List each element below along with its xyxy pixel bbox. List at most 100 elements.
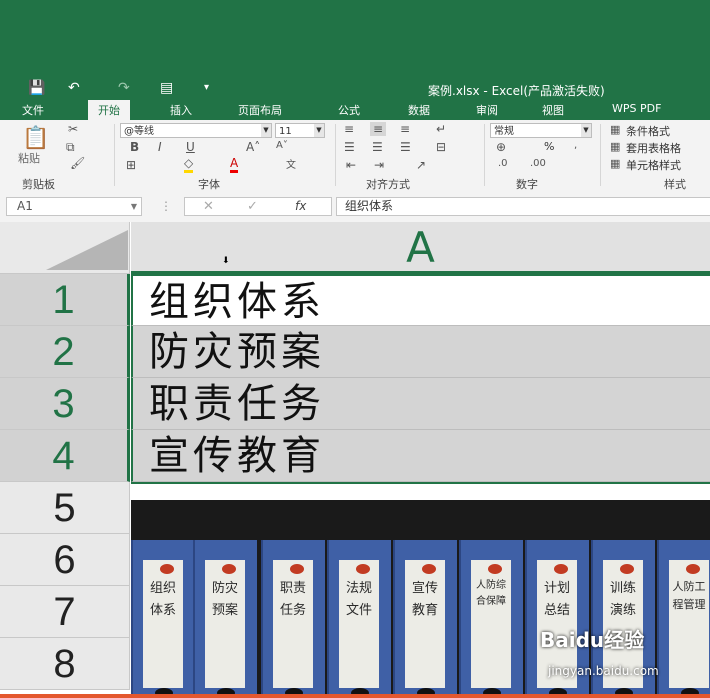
tab-view[interactable]: 视图 [542, 102, 564, 118]
phonetic-icon[interactable]: 文 [286, 156, 296, 171]
binder: 组织体系 [131, 540, 195, 698]
wrap-text-icon[interactable]: ↵ [436, 122, 446, 136]
comma-style-icon[interactable]: , [574, 140, 577, 151]
tab-insert[interactable]: 插入 [170, 102, 192, 118]
copy-icon[interactable]: ⧉ [66, 140, 75, 155]
mouse-cursor-icon: ⬇ [222, 256, 230, 266]
binder: 人防综合保障 [459, 540, 523, 698]
binder-label: 职责任务 [279, 581, 306, 618]
binder: 人防工程管理 [657, 540, 710, 698]
borders-icon[interactable]: ⊞ [126, 158, 136, 172]
formula-input[interactable]: 组织体系 [336, 197, 710, 216]
baidu-watermark: Baidu经验 [540, 628, 645, 652]
font-name-value: @等线 [124, 126, 154, 137]
orientation-icon[interactable]: ↗ [416, 158, 426, 172]
tab-review[interactable]: 审阅 [476, 102, 498, 118]
align-right-icon[interactable]: ☰ [400, 140, 411, 154]
paste-label[interactable]: 粘贴 [18, 150, 40, 166]
enter-icon[interactable]: ✓ [247, 199, 258, 214]
align-center-icon[interactable]: ☰ [372, 140, 383, 154]
cell-a2[interactable]: 防灾预案 [131, 326, 710, 378]
font-name-combo[interactable]: @等线 ▼ [120, 123, 272, 138]
save-icon[interactable]: 💾 [28, 80, 45, 96]
font-color-icon[interactable]: A [230, 156, 239, 173]
group-label-font: 字体 [198, 178, 220, 191]
decrease-decimal-icon[interactable]: .00 [530, 158, 546, 169]
redo-icon[interactable]: ↷ [118, 80, 130, 96]
percent-style[interactable]: % [544, 140, 554, 153]
column-header-a[interactable]: A [131, 222, 710, 274]
row-header-4[interactable]: 4 [0, 430, 130, 482]
tab-file[interactable]: 文件 [22, 102, 44, 118]
align-top-icon[interactable]: ≡ [344, 122, 354, 136]
cell-a4[interactable]: 宣传教育 [131, 430, 710, 482]
insert-function-icon[interactable]: fx [295, 199, 306, 213]
align-middle-icon[interactable]: ≡ [370, 122, 387, 136]
baidu-watermark-url: jingyan.baidu.com [548, 664, 659, 678]
cell-styles-button[interactable]: 单元格样式 [626, 157, 681, 173]
row-header-8[interactable]: 8 [0, 638, 130, 690]
row-header-5[interactable]: 5 [0, 482, 130, 534]
tab-home[interactable]: 开始 [88, 100, 130, 120]
decrease-indent-icon[interactable]: ⇤ [346, 158, 356, 172]
binder-label: 计划总结 [543, 581, 570, 618]
tab-page-layout[interactable]: 页面布局 [238, 102, 282, 118]
binder-label: 宣传教育 [411, 581, 438, 618]
ribbon-tabs: 文件 开始 插入 页面布局 公式 数据 审阅 视图 WPS PDF [0, 100, 710, 120]
binder: 宣传教育 [393, 540, 457, 698]
increase-indent-icon[interactable]: ⇥ [374, 158, 384, 172]
align-bottom-icon[interactable]: ≡ [400, 122, 410, 136]
italic-icon[interactable]: I [158, 140, 162, 154]
tab-data[interactable]: 数据 [408, 102, 430, 118]
undo-icon[interactable]: ↶ [68, 80, 80, 96]
group-label-number: 数字 [516, 178, 538, 191]
progress-bar [0, 694, 710, 698]
format-painter-icon[interactable]: 🖌 [70, 156, 85, 170]
binder: 职责任务 [261, 540, 325, 698]
cancel-icon[interactable]: ✕ [203, 199, 214, 214]
number-format-combo[interactable]: 常规 ▼ [490, 123, 592, 138]
form-icon[interactable]: ▤ [160, 80, 173, 96]
format-as-table-button[interactable]: 套用表格格 [626, 140, 681, 156]
cell-styles-icon: ▦ [610, 157, 621, 170]
cut-icon[interactable]: ✂ [68, 122, 78, 136]
customize-qat-icon[interactable]: ▾ [204, 80, 209, 96]
row-header-6[interactable]: 6 [0, 534, 130, 586]
increase-decimal-icon[interactable]: .0 [498, 158, 508, 169]
binder: 法规文件 [327, 540, 391, 698]
row-header-3[interactable]: 3 [0, 378, 130, 430]
font-size-combo[interactable]: 11 ▼ [275, 123, 325, 138]
decrease-font-icon[interactable]: A˅ [276, 140, 288, 151]
align-left-icon[interactable]: ☰ [344, 140, 355, 154]
binder-label: 人防工程管理 [672, 580, 706, 611]
increase-font-icon[interactable]: A˄ [246, 140, 260, 154]
tab-formulas[interactable]: 公式 [338, 102, 360, 118]
formula-buttons: ✕ ✓ fx [184, 197, 332, 216]
conditional-format-button[interactable]: 条件格式 [626, 123, 670, 139]
bold-icon[interactable]: B [130, 140, 139, 154]
group-label-clipboard: 剪贴板 [22, 178, 55, 191]
row-header-2[interactable]: 2 [0, 326, 130, 378]
tab-wps-pdf[interactable]: WPS PDF [612, 102, 661, 115]
binder-label: 人防综合保障 [476, 580, 506, 607]
row-header-7[interactable]: 7 [0, 586, 130, 638]
merge-center-icon[interactable]: ⊟ [436, 140, 446, 154]
cell-a1[interactable]: 组织体系 [131, 274, 710, 326]
binder: 防灾预案 [193, 540, 257, 698]
accounting-format-icon[interactable]: ⊕ [496, 140, 506, 154]
underline-icon[interactable]: U [186, 140, 195, 154]
cell-a3[interactable]: 职责任务 [131, 378, 710, 430]
fill-color-icon[interactable]: ◇ [184, 156, 194, 173]
binder-label: 训练演练 [609, 581, 636, 618]
ribbon: 📋 粘贴 ✂ ⧉ 🖌 @等线 ▼ 11 ▼ B I U A˄ A˅ ⊞ ◇ A 文 … [0, 120, 710, 193]
name-box[interactable]: A1 ▼ [6, 197, 142, 216]
paste-icon[interactable]: 📋 [22, 126, 49, 151]
select-all-triangle [46, 230, 128, 270]
font-size-value: 11 [279, 126, 292, 137]
chevron-down-icon[interactable]: ▼ [131, 198, 137, 215]
binder-label: 法规文件 [345, 581, 372, 618]
group-label-alignment: 对齐方式 [366, 178, 410, 191]
selection-border [131, 482, 710, 484]
binder-label: 组织体系 [149, 581, 176, 618]
row-header-1[interactable]: 1 [0, 274, 130, 326]
